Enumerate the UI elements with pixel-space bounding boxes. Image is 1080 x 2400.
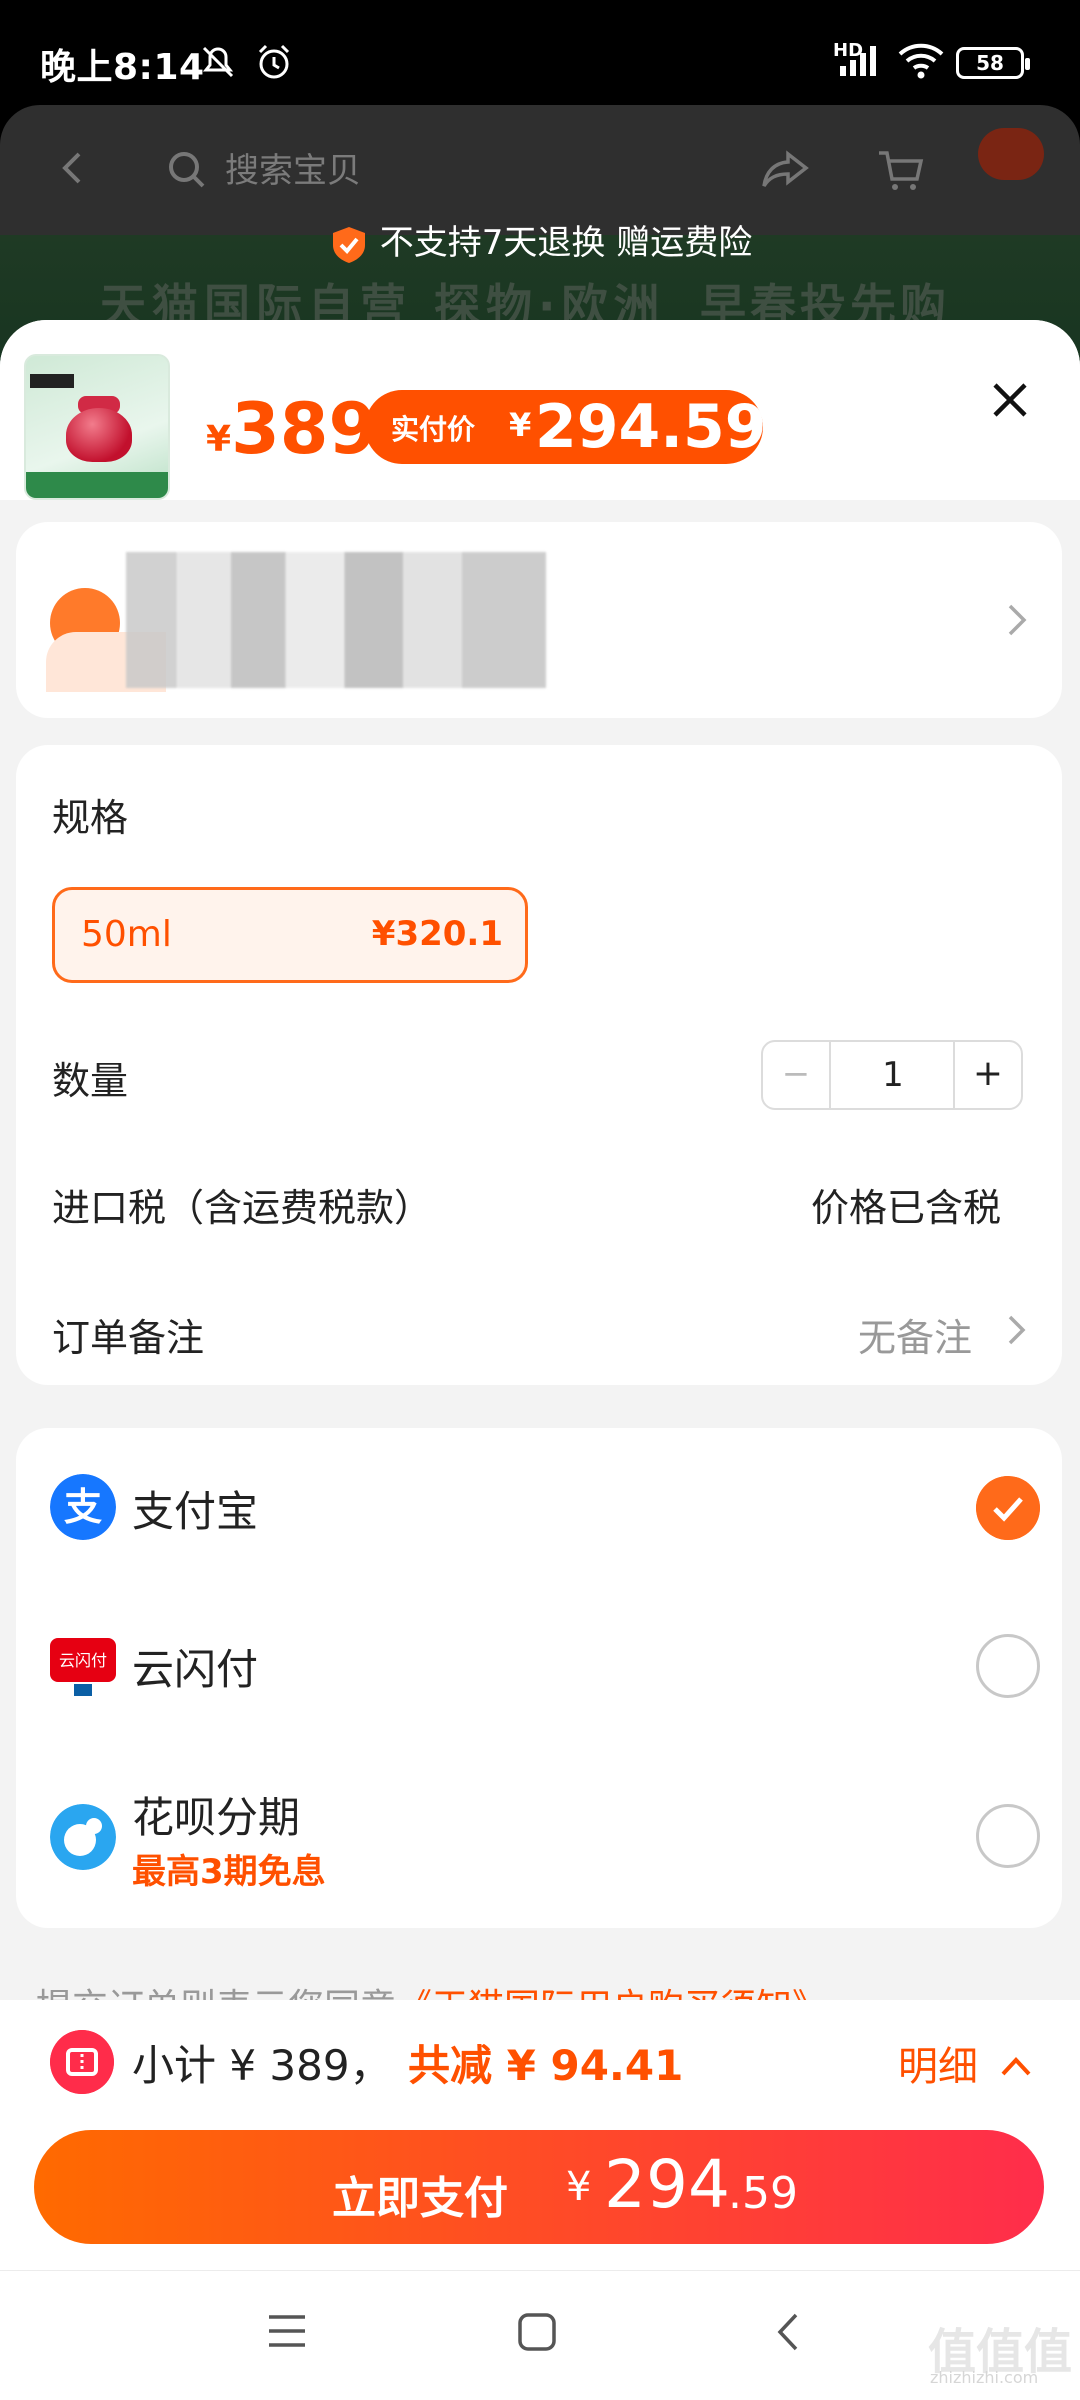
final-price-label: 实付价 <box>391 413 476 446</box>
payment-name-huabei: 花呗分期 <box>132 1793 301 1842</box>
payment-name-unionpay: 云闪付 <box>132 1645 259 1694</box>
close-icon[interactable] <box>985 375 1035 425</box>
alarm-icon <box>258 44 290 79</box>
spec-option-price: ¥320.1 <box>371 914 503 954</box>
search-placeholder: 搜索宝贝 <box>225 151 361 191</box>
pay-button-label: 立即支付 <box>332 2173 508 2224</box>
original-price: ¥389 <box>206 388 378 470</box>
pay-now-button[interactable]: 立即支付 ¥ 294 .59 <box>34 2130 1044 2244</box>
svg-text:支: 支 <box>64 1485 102 1529</box>
final-price-value: 294.59 <box>535 392 767 462</box>
quantity-label: 数量 <box>52 1059 129 1103</box>
pay-amount-dec: .59 <box>728 2168 798 2219</box>
search-icon <box>169 152 205 188</box>
address-redacted <box>126 552 546 688</box>
radio-unchecked[interactable] <box>976 1634 1040 1698</box>
chevron-up-icon <box>1001 2057 1031 2076</box>
quantity-stepper: − 1 + <box>761 1040 1023 1110</box>
quantity-value[interactable]: 1 <box>831 1042 955 1108</box>
share-icon <box>762 150 809 187</box>
alipay-icon: 支 <box>50 1474 116 1540</box>
battery-indicator: 58 <box>956 47 1030 79</box>
import-tax-value: 价格已含税 <box>811 1186 1002 1230</box>
cart-icon <box>879 151 924 190</box>
payment-methods-card: 支 支付宝 云闪付 云闪付 花呗分期 最高3期免息 <box>16 1428 1062 1928</box>
coupon-icon <box>50 2030 114 2094</box>
radio-unchecked[interactable] <box>976 1804 1040 1868</box>
spec-option-name: 50ml <box>81 914 172 955</box>
detail-label: 明细 <box>898 2044 978 2090</box>
svg-text:云闪付: 云闪付 <box>59 1651 107 1670</box>
back-icon[interactable] <box>772 2311 802 2353</box>
address-card[interactable] <box>16 522 1062 718</box>
radio-checked-icon[interactable] <box>976 1476 1040 1540</box>
detail-toggle[interactable]: 明细 <box>898 2034 1033 2092</box>
shield-check-icon <box>332 226 365 263</box>
payment-sub-huabei: 最高3期免息 <box>132 1852 326 1892</box>
quantity-decrease-button[interactable]: − <box>763 1042 831 1108</box>
subtotal-text: 小计 ¥ 389， <box>132 2041 392 2090</box>
product-thumbnail[interactable] <box>24 354 170 500</box>
notice-text: 不支持7天退换 赠运费险 <box>379 223 753 263</box>
spec-option-50ml[interactable]: 50ml ¥320.1 <box>52 887 528 983</box>
menu-icon[interactable] <box>265 2311 309 2351</box>
final-price-pill: 实付价 ¥ 294.59 <box>365 390 767 464</box>
chevron-right-icon[interactable] <box>1006 1313 1028 1347</box>
avatar <box>978 128 1044 180</box>
pay-amount-int: 294 <box>604 2146 730 2223</box>
order-note-label[interactable]: 订单备注 <box>52 1307 204 1362</box>
order-note-value[interactable]: 无备注 <box>858 1307 972 1362</box>
wifi-icon <box>898 43 944 79</box>
quantity-increase-button[interactable]: + <box>953 1042 1021 1108</box>
spec-card: 规格 50ml ¥320.1 数量 − 1 + 进口税（含运费税款） 价格已含税… <box>16 745 1062 1385</box>
discount-text: 共减 ¥ 94.41 <box>408 2041 684 2090</box>
return-policy-notice: 不支持7天退换 赠运费险 <box>0 215 1080 266</box>
payment-name-alipay: 支付宝 <box>132 1487 259 1536</box>
mute-bell-icon <box>202 46 234 78</box>
system-nav-bar <box>0 2270 1080 2400</box>
spec-label: 规格 <box>52 796 129 840</box>
import-tax-label: 进口税（含运费税款） <box>52 1186 433 1230</box>
watermark-url: zhizhizhi.com <box>930 2368 1039 2387</box>
unionpay-icon: 云闪付 <box>50 1638 116 1696</box>
subtotal-row: 小计 ¥ 389， 共减 ¥ 94.41 明细 <box>0 2000 1080 2100</box>
back-arrow-icon <box>62 152 81 184</box>
status-time: 晚上8:14 <box>40 47 205 88</box>
checkout-sheet: ¥389 实付价 ¥ 294.59 规格 50ml ¥320.1 数量 − 1 … <box>0 320 1080 2400</box>
huabei-icon <box>50 1804 116 1870</box>
status-bar: 晚上8:14 HD 58 <box>0 0 1080 105</box>
signal-icon <box>840 46 876 76</box>
home-icon[interactable] <box>516 2311 558 2353</box>
chevron-right-icon <box>1008 604 1027 636</box>
